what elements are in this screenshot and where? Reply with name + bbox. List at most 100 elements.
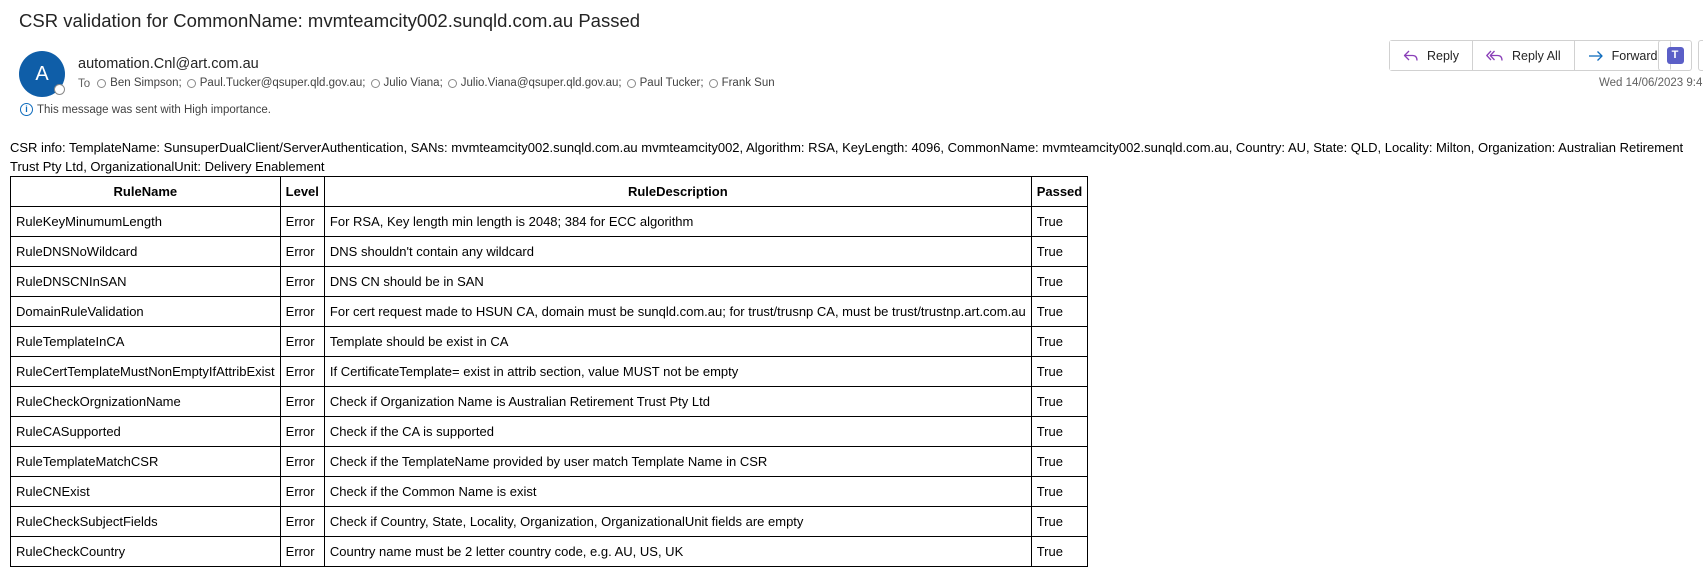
table-row: RuleDNSNoWildcard Error DNS shouldn't cont… (10, 236, 1089, 267)
cell-rulename: RuleTemplateMatchCSR (10, 446, 281, 477)
presence-icon (370, 78, 380, 88)
presence-icon (97, 78, 107, 88)
email-subject: CSR validation for CommonName: mvmteamci… (19, 10, 641, 31)
cell-passed: True (1030, 266, 1089, 297)
cell-level: Error (279, 416, 325, 447)
table-row: RuleCheckOrgnizationName Error Check if Or… (10, 386, 1089, 417)
cell-ruledescription: DNS CN should be in SAN (323, 266, 1032, 297)
info-icon: i (20, 103, 33, 116)
table-row: DomainRuleValidation Error For cert reques… (10, 296, 1089, 327)
recipient[interactable]: Julio Viana; (370, 77, 443, 89)
cell-level: Error (279, 326, 325, 357)
forward-icon (1588, 50, 1603, 61)
cell-level: Error (279, 536, 325, 567)
cell-level: Error (279, 206, 325, 237)
sent-timestamp: Wed 14/06/2023 9:4 (1599, 77, 1703, 89)
recipient-name: Julio Viana; (383, 77, 443, 89)
recipient-name: Paul Tucker; (639, 77, 704, 89)
table-row: RuleKeyMinumumLength Error For RSA, Key le… (10, 206, 1089, 237)
column-header-passed: Passed (1030, 176, 1089, 207)
table-row: RuleCheckSubjectFields Error Check if Coun… (10, 506, 1089, 537)
forward-button[interactable]: Forward (1574, 41, 1671, 70)
presence-status-icon (54, 84, 65, 95)
cell-level: Error (279, 356, 325, 387)
recipient[interactable]: Frank Sun (708, 77, 775, 89)
recipient-name: Paul.Tucker@qsuper.qld.gov.au; (199, 77, 366, 89)
cell-rulename: RuleCASupported (10, 416, 281, 447)
message-actions: Reply Reply All Forward (1389, 40, 1672, 71)
cell-passed: True (1030, 416, 1089, 447)
cell-passed: True (1030, 446, 1089, 477)
table-row: RuleTemplateInCA Error Template should be … (10, 326, 1089, 357)
recipient-name: Frank Sun (721, 77, 775, 89)
cell-passed: True (1030, 206, 1089, 237)
forward-label: Forward (1611, 48, 1658, 63)
cell-rulename: RuleCertTemplateMustNonEmptyIfAttribExis… (10, 356, 281, 387)
recipient-name: Julio.Viana@qsuper.qld.gov.au; (460, 77, 622, 89)
cell-rulename: RuleDNSCNInSAN (10, 266, 281, 297)
reply-button[interactable]: Reply (1390, 41, 1473, 70)
reply-icon (1403, 50, 1418, 61)
cell-level: Error (279, 296, 325, 327)
recipient[interactable]: Paul Tucker; (626, 77, 704, 89)
cell-rulename: RuleKeyMinumumLength (10, 206, 281, 237)
table-row: RuleCertTemplateMustNonEmptyIfAttribExis… (10, 356, 1089, 387)
csr-info-text: CSR info: TemplateName: SunsuperDualClie… (10, 140, 1684, 174)
cell-rulename: RuleTemplateInCA (10, 326, 281, 357)
cell-level: Error (279, 386, 325, 417)
cell-ruledescription: DNS shouldn't contain any wildcard (323, 236, 1032, 267)
cell-ruledescription: Check if the CA is supported (323, 416, 1032, 447)
cell-passed: True (1030, 326, 1089, 357)
reply-all-button[interactable]: Reply All (1472, 41, 1575, 70)
cell-rulename: RuleCNExist (10, 476, 281, 507)
recipient[interactable]: Paul.Tucker@qsuper.qld.gov.au; (186, 77, 366, 89)
importance-text: This message was sent with High importan… (37, 103, 271, 116)
recipient-list: Ben Simpson; Paul.Tucker@qsuper.qld.gov.a… (97, 77, 779, 91)
table-row: RuleCASupported Error Check if the CA is s… (10, 416, 1089, 447)
presence-icon (186, 78, 196, 88)
cell-ruledescription: If CertificateTemplate= exist in attrib … (323, 356, 1032, 387)
importance-notice: i This message was sent with High import… (20, 103, 271, 116)
cell-level: Error (279, 506, 325, 537)
table-body: RuleKeyMinumumLength Error For RSA, Key le… (10, 206, 1089, 567)
table-row: RuleDNSCNInSAN Error DNS CN should be in S… (10, 266, 1089, 297)
cell-rulename: DomainRuleValidation (10, 296, 281, 327)
cell-ruledescription: For cert request made to HSUN CA, domain… (323, 296, 1032, 327)
cell-passed: True (1030, 296, 1089, 327)
cell-level: Error (279, 236, 325, 267)
recipient[interactable]: Ben Simpson; (97, 77, 182, 89)
to-label: To (78, 77, 91, 90)
table-header-row: RuleName Level RuleDescription Passed (10, 176, 1089, 207)
presence-icon (447, 78, 457, 88)
cell-rulename: RuleCheckCountry (10, 536, 281, 567)
teams-button[interactable]: T (1658, 40, 1692, 71)
cell-ruledescription: Check if the TemplateName provided by us… (323, 446, 1032, 477)
cell-passed: True (1030, 476, 1089, 507)
cell-level: Error (279, 266, 325, 297)
validation-rules-table: RuleName Level RuleDescription Passed Ru… (10, 176, 1089, 567)
table-row: RuleCNExist Error Check if the Common Name… (10, 476, 1089, 507)
reply-label: Reply (1427, 48, 1459, 63)
cell-passed: True (1030, 356, 1089, 387)
cell-passed: True (1030, 506, 1089, 537)
presence-icon (708, 78, 718, 88)
cell-ruledescription: Check if Country, State, Locality, Organ… (323, 506, 1032, 537)
cell-ruledescription: For RSA, Key length min length is 2048; … (323, 206, 1032, 237)
reply-all-icon (1486, 50, 1503, 61)
column-header-level: Level (279, 176, 325, 207)
cell-ruledescription: Check if the Common Name is exist (323, 476, 1032, 507)
sender-address[interactable]: automation.Cnl@art.com.au (78, 56, 259, 72)
cell-passed: True (1030, 536, 1089, 567)
more-actions-button[interactable] (1698, 40, 1703, 71)
recipient-name: Ben Simpson; (110, 77, 182, 89)
cell-passed: True (1030, 386, 1089, 417)
teams-icon: T (1666, 47, 1684, 64)
recipients-row: To Ben Simpson; Paul.Tucker@qsuper.qld.go… (78, 77, 780, 91)
cell-ruledescription: Check if Organization Name is Australian… (323, 386, 1032, 417)
table-row: RuleCheckCountry Error Country name must b… (10, 536, 1089, 567)
reply-all-label: Reply All (1511, 48, 1561, 63)
recipient[interactable]: Julio.Viana@qsuper.qld.gov.au; (447, 77, 622, 89)
table-row: RuleTemplateMatchCSR Error Check if the Te… (10, 446, 1089, 477)
cell-level: Error (279, 446, 325, 477)
cell-rulename: RuleDNSNoWildcard (10, 236, 281, 267)
